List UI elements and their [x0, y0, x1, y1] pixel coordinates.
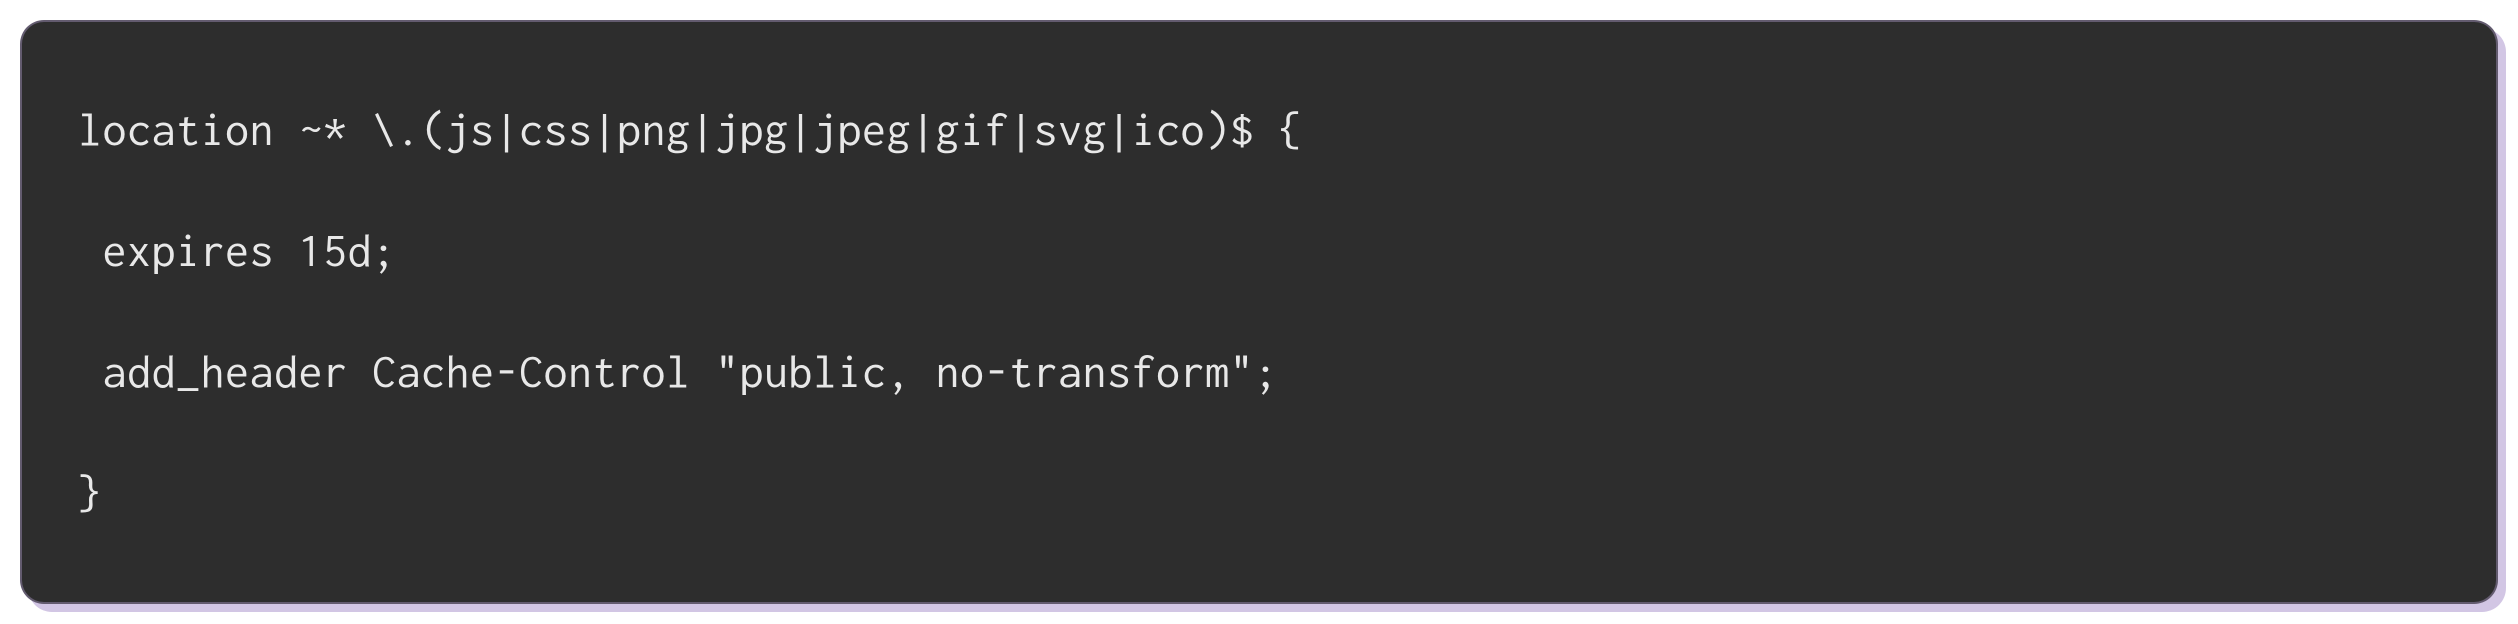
code-line-2: expires 15d; [78, 213, 2440, 290]
code-line-3: add_header Cache-Control "public, no-tra… [78, 334, 2440, 411]
code-line-1: location ~* \.(js|css|png|jpg|jpeg|gif|s… [78, 92, 2440, 169]
code-block: location ~* \.(js|css|png|jpg|jpeg|gif|s… [20, 20, 2498, 604]
code-line-4: } [78, 455, 2440, 532]
